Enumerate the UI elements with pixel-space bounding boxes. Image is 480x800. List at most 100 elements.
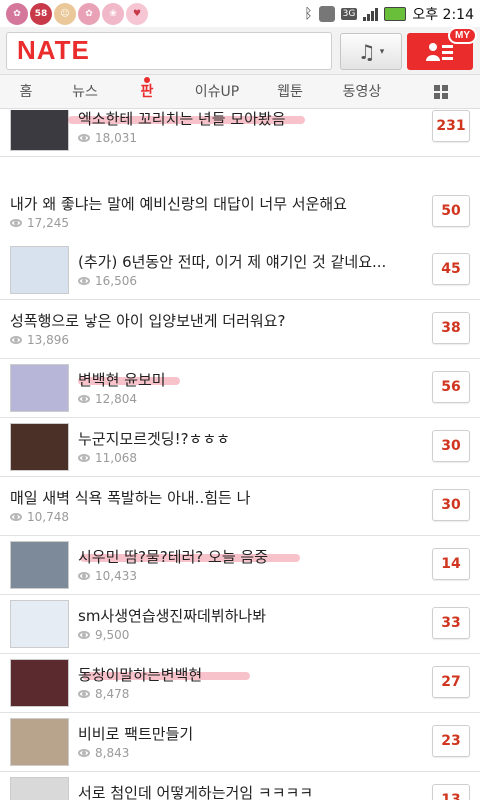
tab-home[interactable]: 홈 [0,75,52,109]
view-count-value: 13,896 [27,333,69,347]
comment-count-badge[interactable]: 14 [432,548,470,580]
eye-icon [10,219,22,227]
my-menu-button[interactable]: MY [407,27,477,70]
post-thumbnail [10,110,69,151]
tab-issue-up[interactable]: 이슈UP [176,75,258,109]
post-title: 내가 왜 좋냐는 말에 예비신랑의 대답이 너무 서운해요 [10,195,347,213]
post-title: 엑소한테 꼬리치는 년들 모아봤음 [78,110,286,128]
search-bar[interactable]: NATE [6,31,332,70]
view-count: 11,068 [78,451,137,465]
status-bar: ✿ 58 ☺ ✿ ❀ ♥ ᛒ 3G 오후 2:14 [0,0,480,27]
list-item[interactable]: 시우민 땀?물?테러? 오늘 음중 10,433 14 [0,536,480,595]
flower-icon: ✿ [78,2,100,25]
music-note-icon: ♫ [357,39,376,64]
eye-icon [78,749,90,757]
post-thumbnail [10,541,69,589]
view-count-value: 11,068 [95,451,137,465]
tab-pann[interactable]: 판 [118,75,176,109]
view-count: 16,506 [78,274,137,288]
tab-webtoon[interactable]: 웹툰 [258,75,322,109]
comment-count-badge[interactable]: 30 [432,489,470,521]
post-title: 동창이말하는변백현 [78,666,203,684]
list-item[interactable]: 성폭행으로 낳은 아이 입양보낸게 더러워요? 13,896 38 [0,300,480,359]
notification-count-icon: 58 [30,2,52,25]
post-title: 누군지모르겟딩!?ㅎㅎㅎ [78,430,230,448]
view-count: 18,031 [78,131,137,145]
nate-logo[interactable]: NATE [17,35,90,66]
eye-icon [78,134,90,142]
bluetooth-icon: ᛒ [304,5,313,22]
list-item[interactable]: 동창이말하는변백현 8,478 27 [0,654,480,713]
post-list: 엑소한테 꼬리치는 년들 모아봤음 18,031 231 내가 왜 좋냐는 말에 예비… [0,110,480,800]
heart-icon: ♥ [126,2,148,25]
tab-news[interactable]: 뉴스 [52,75,118,109]
view-count-value: 8,478 [95,687,130,701]
view-count: 8,478 [78,687,129,701]
comment-count-badge[interactable]: 56 [432,371,470,403]
list-item[interactable]: (추가) 6년동안 전따, 이거 제 얘기인 것 같네요... 16,506 45 [0,241,480,300]
tab-pann-label: 판 [140,83,154,100]
list-item[interactable]: 누군지모르겟딩!?ㅎㅎㅎ 11,068 30 [0,418,480,477]
rose-icon: ❀ [102,2,124,25]
comment-count-badge[interactable]: 50 [432,195,470,227]
eye-icon [78,572,90,580]
comment-count-badge[interactable]: 13 [432,784,470,800]
list-item[interactable]: 매일 새벽 식욕 폭발하는 아내..힘든 나 10,748 30 [0,477,480,536]
view-count: 17,245 [10,216,69,230]
view-count-value: 17,245 [27,216,69,230]
post-title: 비비로 팩트만들기 [78,725,194,743]
post-title: 서로 첨인데 어떻게하는거임 ㅋㅋㅋㅋ [78,784,314,800]
eye-icon [78,631,90,639]
list-item[interactable]: 변백현 윤보미 12,804 56 [0,359,480,418]
view-count-value: 16,506 [95,274,137,288]
network-type: 3G [340,7,358,20]
post-title: sm사생연습생진짜데뷔하나봐 [78,607,267,625]
post-thumbnail [10,364,69,412]
eye-icon [78,277,90,285]
notification-icons: ✿ 58 ☺ ✿ ❀ ♥ [6,2,148,25]
view-count-value: 18,031 [95,131,137,145]
user-list-icon [426,42,453,61]
comment-count-badge[interactable]: 27 [432,666,470,698]
list-item[interactable]: 서로 첨인데 어떻게하는거임 ㅋㅋㅋㅋ 13 [0,772,480,800]
app-header: NATE ♫ ▾ MY [0,27,480,75]
rotate-icon [318,5,335,22]
clock-ampm: 오후 [412,6,439,23]
comment-count-badge[interactable]: 33 [432,607,470,639]
comment-count-badge[interactable]: 38 [432,312,470,344]
post-thumbnail [10,718,69,766]
view-count: 12,804 [78,392,137,406]
flower-icon: ✿ [6,2,28,25]
eye-icon [78,454,90,462]
view-count-value: 10,748 [27,510,69,524]
post-thumbnail [10,659,69,707]
signal-icon [363,7,379,21]
view-count: 10,748 [10,510,69,524]
tab-more[interactable] [402,75,480,109]
eye-icon [10,513,22,521]
tab-video[interactable]: 동영상 [322,75,402,109]
comment-count-badge[interactable]: 23 [432,725,470,757]
active-dot-icon [144,76,150,83]
list-item[interactable]: 내가 왜 좋냐는 말에 예비신랑의 대답이 너무 서운해요 17,245 50 [0,183,480,242]
post-thumbnail [10,777,69,800]
post-title: 변백현 윤보미 [78,371,166,389]
comment-count-badge[interactable]: 231 [432,110,470,142]
category-tabs: 홈 뉴스 판 이슈UP 웹툰 동영상 [0,75,480,109]
post-title: 성폭행으로 낳은 아이 입양보낸게 더러워요? [10,312,286,330]
battery-icon [384,6,407,21]
music-button[interactable]: ♫ ▾ [340,33,402,70]
eye-icon [78,395,90,403]
view-count: 9,500 [78,628,129,642]
list-item[interactable]: sm사생연습생진짜데뷔하나봐 9,500 33 [0,595,480,654]
clock-time: 2:14 [442,6,474,23]
list-item[interactable]: 엑소한테 꼬리치는 년들 모아봤음 18,031 231 [0,110,480,157]
view-count-value: 12,804 [95,392,137,406]
view-count-value: 8,843 [95,746,130,760]
list-item[interactable]: 비비로 팩트만들기 8,843 23 [0,713,480,772]
comment-count-badge[interactable]: 30 [432,430,470,462]
comment-count-badge[interactable]: 45 [432,253,470,285]
view-count: 8,843 [78,746,129,760]
post-thumbnail [10,600,69,648]
clock: 오후 2:14 [412,4,474,24]
